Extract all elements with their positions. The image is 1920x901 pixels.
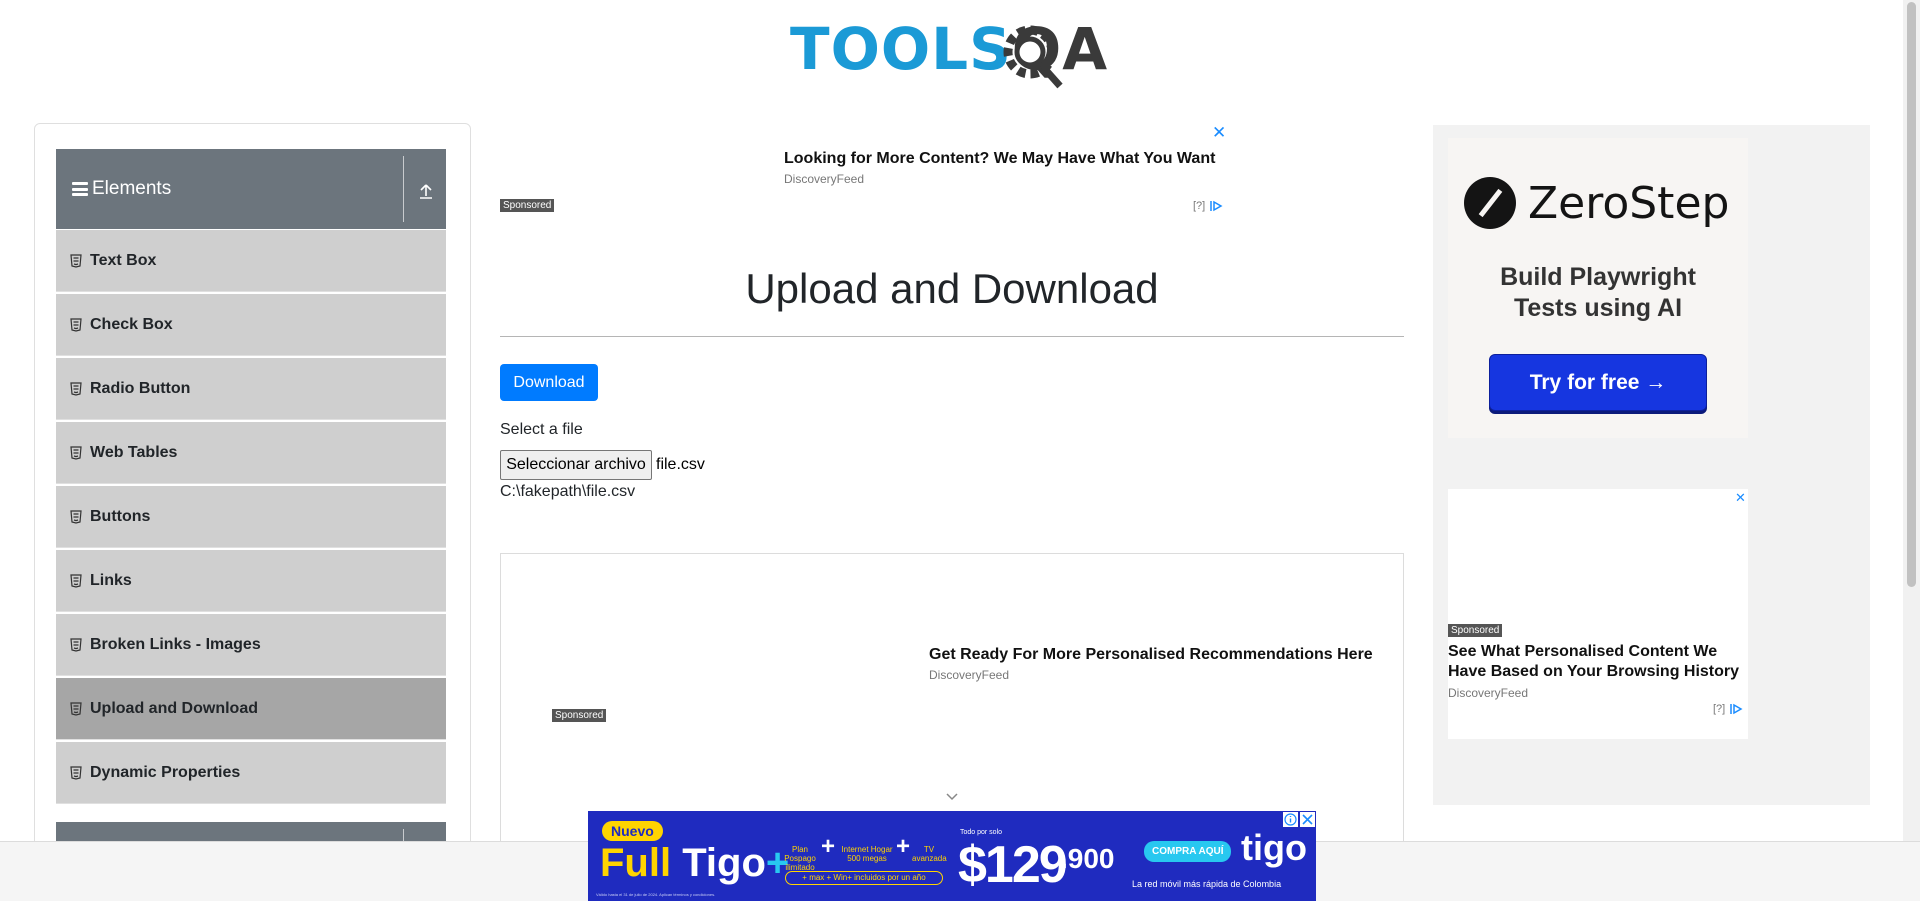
zerostep-brand: ZeroStep — [1528, 178, 1730, 229]
adchoices[interactable]: [?] — [1713, 703, 1743, 715]
sidebar-item-dynamic-properties[interactable]: Dynamic Properties — [56, 742, 446, 804]
ad-headline[interactable]: Looking for More Content? We May Have Wh… — [784, 150, 1215, 168]
sidebar-item-label: Radio Button — [90, 379, 191, 397]
sidebar-item-label: Links — [90, 571, 132, 589]
sidebar-item-links[interactable]: Links — [56, 550, 446, 612]
elements-menu-list: Text Box Check Box Radio Button Web Tabl… — [56, 230, 446, 806]
page-scrollbar[interactable] — [1903, 0, 1920, 841]
price-cents: .900 — [1060, 843, 1115, 874]
ad-headline[interactable]: Get Ready For More Personalised Recommen… — [929, 646, 1373, 664]
ad-close-icon[interactable]: ✕ — [1212, 124, 1226, 141]
sidebar-item-web-tables[interactable]: Web Tables — [56, 422, 446, 484]
gear-magnifier-icon — [1003, 25, 1063, 89]
sponsored-badge: Sponsored — [1448, 624, 1503, 637]
title-full: Full — [600, 841, 683, 885]
sponsored-badge: Sponsored — [552, 709, 607, 722]
sidebar-item-broken-links[interactable]: Broken Links - Images — [56, 614, 446, 676]
sidebar-item-text-box[interactable]: Text Box — [56, 230, 446, 292]
ad-source: DiscoveryFeed — [1448, 686, 1529, 700]
menu-icon — [72, 182, 88, 196]
ad-close-icon[interactable]: ✕ — [1735, 491, 1746, 504]
plus-sign: + — [821, 833, 836, 860]
select-file-label: Select a file — [500, 421, 583, 438]
choose-file-button[interactable]: Seleccionar archivo — [500, 450, 652, 480]
feature-mobile: Plan Pospago ilimitado — [784, 845, 816, 872]
html5-icon — [70, 509, 82, 524]
right-content-ad[interactable]: ✕ Sponsored See What Personalised Conten… — [1448, 489, 1748, 739]
group-title: Elements — [92, 178, 172, 199]
download-button[interactable]: Download — [500, 364, 598, 401]
adchoices-icon — [1210, 200, 1223, 212]
chosen-file-name: file.csv — [656, 456, 705, 473]
tigo-slogan: La red móvil más rápida de Colombia — [1132, 879, 1282, 889]
html5-icon — [70, 637, 82, 652]
adchoices-label: [?] — [1193, 200, 1206, 212]
sidebar-item-radio-button[interactable]: Radio Button — [56, 358, 446, 420]
sidebar-item-label: Text Box — [90, 251, 157, 269]
tigo-banner-ad[interactable]: Nuevo Full Tigo+ Plan Pospago ilimitado … — [588, 811, 1316, 901]
zerostep-tagline: Build Playwright Tests using AI — [1448, 262, 1748, 324]
page-title: Upload and Download — [745, 265, 1159, 312]
ad-headline[interactable]: See What Personalised Content We Have Ba… — [1448, 642, 1748, 682]
html5-icon — [70, 317, 82, 332]
top-ad[interactable]: ✕ Looking for More Content? We May Have … — [500, 120, 1230, 216]
streaming-pill: + max + Win+ incluidos por un año — [785, 871, 943, 885]
sidebar-item-label: Buttons — [90, 507, 151, 525]
sidebar-item-label: Upload and Download — [90, 699, 258, 717]
header-divider — [403, 156, 404, 222]
tagline-line-2: Tests using AI — [1513, 294, 1683, 322]
html5-icon — [70, 765, 82, 780]
compra-aqui-button[interactable]: COMPRA AQUÍ — [1144, 841, 1232, 862]
full-tigo-title: Full Tigo+ — [600, 841, 789, 886]
sponsored-badge: Sponsored — [500, 199, 555, 212]
legal-text: Válido hasta el 31 de julio de 2024. Apl… — [596, 892, 716, 897]
price-main: $129 — [958, 836, 1068, 894]
title-tigo: Tigo — [682, 841, 766, 885]
html5-icon — [70, 573, 82, 588]
scrollbar-thumb[interactable] — [1907, 2, 1916, 587]
sidebar-item-label: Check Box — [90, 315, 173, 333]
sidebar-item-upload-download[interactable]: Upload and Download — [56, 678, 446, 740]
info-icon — [1284, 813, 1297, 826]
sidebar-item-check-box[interactable]: Check Box — [56, 294, 446, 356]
sidebar-item-label: Dynamic Properties — [90, 763, 241, 781]
collapse-upload-icon[interactable] — [414, 179, 438, 203]
adchoices-label: [?] — [1713, 703, 1726, 715]
tagline-line-1: Build Playwright — [1500, 263, 1696, 291]
html5-icon — [70, 253, 82, 268]
ad-info-icon[interactable] — [1282, 811, 1299, 828]
sidebar-item-buttons[interactable]: Buttons — [56, 486, 446, 548]
tigo-logo: tigo — [1241, 827, 1307, 868]
plus-sign: + — [896, 833, 911, 860]
toolsqa-logo[interactable]: TOOLSQA — [790, 12, 1120, 92]
html5-icon — [70, 701, 82, 716]
html5-icon — [70, 445, 82, 460]
html5-icon — [70, 381, 82, 396]
logo-tools: TOOLS — [790, 15, 1012, 83]
ad-close-icon[interactable] — [1299, 811, 1316, 828]
try-for-free-button[interactable]: Try for free → — [1489, 354, 1707, 411]
zerostep-logo-icon — [1464, 177, 1516, 229]
adchoices[interactable]: [?] — [1193, 200, 1223, 212]
title-divider — [500, 336, 1404, 337]
elements-group-header[interactable]: Elements — [56, 149, 446, 229]
chevron-down-icon[interactable] — [945, 792, 959, 802]
feature-internet: Internet Hogar 500 megas — [841, 845, 893, 863]
nuevo-badge: Nuevo — [602, 821, 663, 841]
middle-ad[interactable]: Get Ready For More Personalised Recommen… — [500, 553, 1404, 843]
feature-tv: TV avanzada — [912, 845, 947, 863]
sidebar-item-label: Broken Links - Images — [90, 635, 261, 653]
uploaded-file-path: C:\fakepath\file.csv — [500, 483, 636, 500]
adchoices-icon — [1730, 703, 1743, 715]
sidebar-item-label: Web Tables — [90, 443, 178, 461]
ad-source: DiscoveryFeed — [929, 668, 1010, 682]
ad-source: DiscoveryFeed — [784, 172, 865, 186]
next-group-header[interactable] — [56, 822, 446, 842]
page: TOOLSQA Elements Text Box Check Box Radi… — [0, 0, 1920, 901]
close-icon — [1302, 814, 1313, 825]
